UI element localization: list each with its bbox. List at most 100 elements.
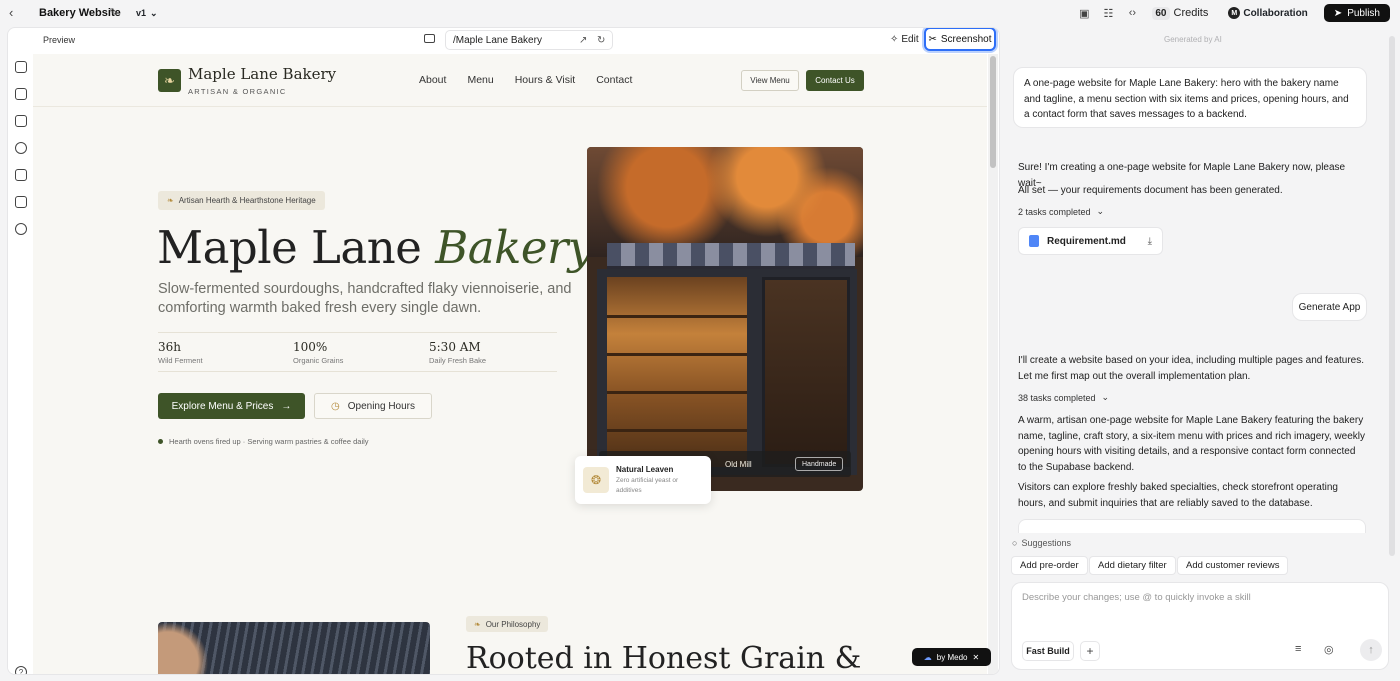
top-right-actions: ▣ ☷ ‹› 60 Credits M Collaboration ➤ Publ… bbox=[1076, 3, 1390, 23]
shelf-graphic bbox=[607, 391, 747, 394]
prompt-optimize-icon[interactable]: ≡ bbox=[1295, 643, 1301, 655]
scrollbar-thumb[interactable] bbox=[990, 56, 996, 168]
site-nav: About Menu Hours & Visit Contact bbox=[419, 74, 632, 86]
stat-value: 100% bbox=[293, 340, 328, 354]
medo-badge[interactable]: ☁ by Medo ✕ bbox=[912, 648, 991, 666]
hand-graphic bbox=[158, 622, 218, 674]
credits-indicator[interactable]: 60 Credits bbox=[1152, 6, 1208, 20]
stat-label: Daily Fresh Bake bbox=[429, 356, 487, 365]
nav-link-about[interactable]: About bbox=[419, 74, 446, 86]
chat-composer[interactable]: Describe your changes; use @ to quickly … bbox=[1011, 582, 1389, 670]
explore-menu-button[interactable]: Explore Menu & Prices → bbox=[158, 393, 305, 419]
nav-link-hours[interactable]: Hours & Visit bbox=[515, 74, 576, 86]
analytics-icon[interactable] bbox=[15, 196, 27, 208]
composer-input[interactable]: Describe your changes; use @ to quickly … bbox=[1022, 592, 1251, 603]
close-icon[interactable]: ✕ bbox=[972, 653, 979, 662]
clock-icon: ◷ bbox=[331, 400, 340, 412]
status-note-text: Hearth ovens fired up · Serving warm pas… bbox=[169, 437, 369, 446]
top-bar: ‹ Bakery Website ✎ v1 ⌄ ▣ ☷ ‹› 60 Credits… bbox=[0, 0, 1400, 27]
contact-us-button[interactable]: Contact Us bbox=[806, 70, 864, 91]
stat-item: 5:30 AM Daily Fresh Bake bbox=[429, 340, 486, 365]
suggestion-chip[interactable]: Add dietary filter bbox=[1089, 556, 1176, 575]
hero-subtitle: Slow-fermented sourdoughs, handcrafted f… bbox=[158, 281, 572, 316]
philosophy-badge: ❧ Our Philosophy bbox=[466, 616, 549, 632]
screenshot-button[interactable]: ✂ Screenshot bbox=[924, 28, 996, 51]
download-icon[interactable]: ⤓ bbox=[1148, 236, 1152, 247]
chevron-down-icon: ⌄ bbox=[1096, 206, 1105, 216]
avatar: M bbox=[1228, 7, 1241, 19]
nav-link-menu[interactable]: Menu bbox=[467, 74, 493, 86]
database-icon[interactable] bbox=[15, 169, 27, 181]
bread-window-graphic bbox=[607, 277, 747, 467]
preview-scrollbar[interactable] bbox=[988, 54, 998, 674]
file-card[interactable]: Requirement.md ⤓ bbox=[1018, 227, 1163, 255]
site-brand-tagline: ARTISAN & ORGANIC bbox=[188, 87, 287, 96]
microphone-icon[interactable]: ◎ bbox=[1324, 643, 1334, 656]
publish-button[interactable]: ➤ Publish bbox=[1323, 4, 1390, 22]
back-arrow-icon[interactable]: ‹ bbox=[9, 6, 23, 20]
tasks-toggle[interactable]: 38 tasks completed ⌄ bbox=[1018, 392, 1109, 403]
shopfront-graphic bbox=[597, 269, 857, 475]
storage-icon[interactable]: ☷ bbox=[1100, 5, 1116, 21]
arrow-right-icon: → bbox=[281, 400, 292, 412]
cloud-icon: ☁ bbox=[923, 652, 932, 662]
generated-by-label: Generated by AI bbox=[1164, 35, 1222, 44]
sidebar-toggle-icon[interactable]: ▣ bbox=[1076, 5, 1092, 21]
user-message: A one-page website for Maple Lane Bakery… bbox=[1013, 67, 1367, 128]
ai-message: A warm, artisan one-page website for Map… bbox=[1018, 415, 1365, 473]
generate-app-button[interactable]: Generate App bbox=[1292, 293, 1367, 321]
add-attachment-icon[interactable]: + bbox=[1080, 641, 1100, 661]
help-icon[interactable]: ? bbox=[15, 666, 27, 674]
stat-value: 5:30 AM bbox=[429, 340, 481, 354]
hero-badge-label: Artisan Hearth & Hearthstone Heritage bbox=[178, 196, 316, 205]
ai-message: All set — your requirements document has… bbox=[1018, 185, 1283, 196]
tasks-toggle[interactable]: 2 tasks completed ⌄ bbox=[1018, 206, 1104, 217]
version-dropdown[interactable]: v1 ⌄ bbox=[130, 5, 164, 21]
suggestion-chip[interactable]: Add customer reviews bbox=[1177, 556, 1289, 575]
document-icon[interactable] bbox=[15, 88, 27, 100]
opening-hours-label: Opening Hours bbox=[347, 400, 415, 412]
handmade-chip: Handmade bbox=[795, 457, 844, 471]
shelf-graphic bbox=[607, 353, 747, 356]
stat-value: 36h bbox=[158, 340, 181, 354]
suggestion-chip[interactable]: Add pre-order bbox=[1011, 556, 1088, 575]
screenshot-label: Screenshot bbox=[940, 33, 992, 45]
send-button[interactable]: ↑ bbox=[1360, 639, 1382, 661]
bakery-storefront-image: Old Mill Handmade bbox=[587, 147, 863, 491]
view-menu-button[interactable]: View Menu bbox=[741, 70, 799, 91]
refresh-icon[interactable]: ↻ bbox=[597, 35, 605, 46]
opening-hours-button[interactable]: ◷ Opening Hours bbox=[314, 393, 432, 419]
left-rail: ? bbox=[8, 54, 33, 674]
pages-icon[interactable] bbox=[15, 61, 27, 73]
file-name: Requirement.md bbox=[1047, 235, 1126, 247]
edit-button[interactable]: ✧ Edit bbox=[890, 34, 919, 45]
hero-title: Maple Lane Bakery bbox=[157, 221, 593, 274]
wheat-logo-icon[interactable]: ❧ bbox=[158, 69, 181, 92]
publish-label: Publish bbox=[1347, 7, 1380, 19]
status-dot-icon bbox=[158, 439, 163, 444]
media-icon[interactable] bbox=[15, 115, 27, 127]
site-brand-name[interactable]: Maple Lane Bakery bbox=[188, 65, 336, 83]
suggestions-header: ○ Suggestions bbox=[1012, 538, 1071, 548]
chat-scrollbar[interactable] bbox=[1389, 36, 1395, 556]
nav-link-contact[interactable]: Contact bbox=[596, 74, 632, 86]
file-icon bbox=[1029, 235, 1039, 247]
open-external-icon[interactable]: ↗ bbox=[579, 35, 587, 46]
code-icon[interactable]: ‹› bbox=[1124, 5, 1140, 21]
rename-pencil-icon[interactable]: ✎ bbox=[109, 6, 118, 19]
leaven-description: Zero artificial yeast or additives bbox=[616, 477, 679, 494]
shelf-graphic bbox=[607, 315, 747, 318]
edit-sparkle-icon: ✧ bbox=[890, 34, 899, 45]
chat-icon[interactable] bbox=[15, 223, 27, 235]
url-bar[interactable]: /Maple Lane Bakery ↗ ↻ bbox=[445, 30, 613, 50]
stat-label: Organic Grains bbox=[293, 356, 344, 365]
natural-leaven-card: ❂ Natural Leaven Zero artificial yeast o… bbox=[575, 456, 711, 504]
collaboration-button[interactable]: M Collaboration bbox=[1228, 7, 1308, 19]
tasks-label: 38 tasks completed bbox=[1018, 392, 1096, 403]
plugin-icon[interactable] bbox=[15, 142, 27, 154]
fast-build-button[interactable]: Fast Build bbox=[1022, 641, 1074, 661]
desktop-view-icon[interactable] bbox=[424, 34, 435, 43]
credits-count: 60 bbox=[1152, 6, 1170, 20]
suggestions-label: Suggestions bbox=[1021, 538, 1071, 548]
leaven-title: Natural Leaven bbox=[616, 465, 674, 474]
